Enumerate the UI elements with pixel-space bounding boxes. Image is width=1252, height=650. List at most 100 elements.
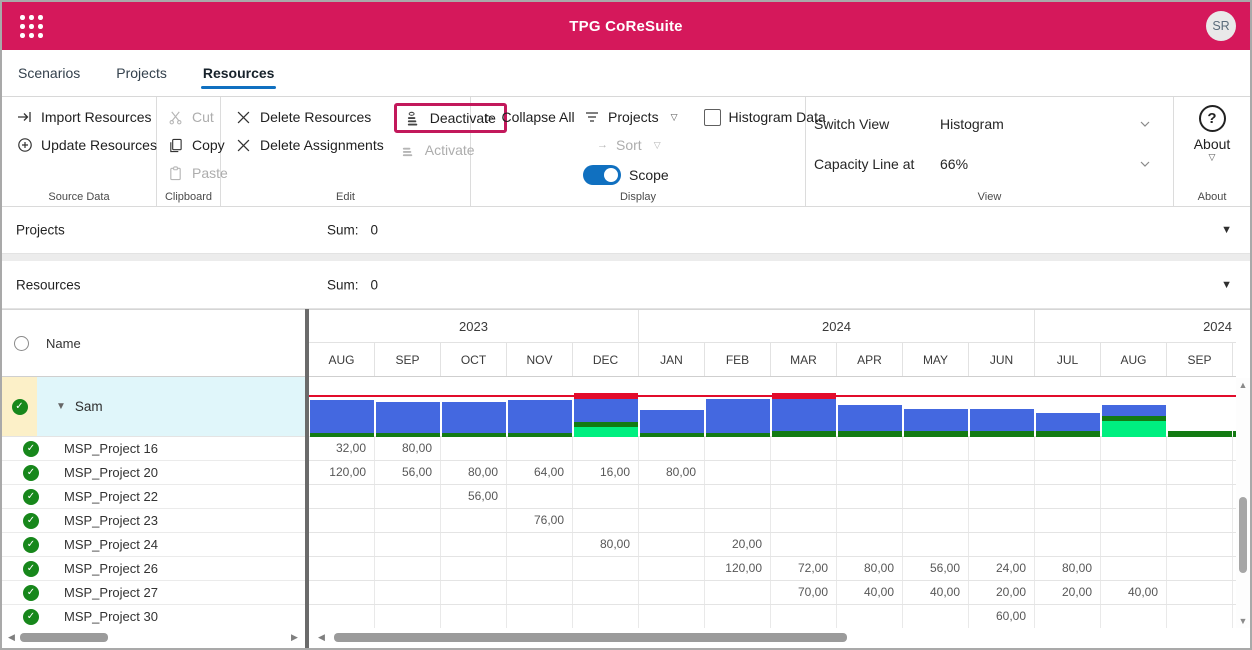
month-header-cell: SEP xyxy=(375,343,441,376)
project-value-row: 60,00 xyxy=(309,605,1236,629)
sort-arrow-icon: → xyxy=(597,139,608,151)
projects-filter-dropdown[interactable]: Projects ▽ xyxy=(577,103,684,131)
value-cell: 80,00 xyxy=(639,461,705,484)
active-check-icon: ✓ xyxy=(23,561,39,577)
value-cell: 32,00 xyxy=(309,437,375,460)
histogram-segment-dgreen xyxy=(706,433,770,437)
tab-scenarios[interactable]: Scenarios xyxy=(16,55,82,91)
vertical-scrollbar[interactable]: ▲ ▼ xyxy=(1236,378,1250,628)
scroll-left-icon[interactable]: ◀ xyxy=(8,632,15,643)
resource-group-name-cell[interactable]: ▼ Sam xyxy=(37,377,305,436)
tab-projects[interactable]: Projects xyxy=(114,55,169,91)
collapse-all-button[interactable]: ▷ Collapse All xyxy=(479,103,577,131)
expander-down-icon[interactable]: ▼ xyxy=(56,401,66,412)
value-cell xyxy=(705,461,771,484)
histogram-data-checkbox[interactable] xyxy=(704,109,721,126)
year-header-cell: 2023 xyxy=(309,310,639,342)
histogram-bar xyxy=(838,377,902,437)
value-cell xyxy=(639,485,705,508)
delete-assignments-button[interactable]: Delete Assignments xyxy=(229,131,390,159)
histogram-bar xyxy=(904,377,968,437)
value-cell xyxy=(1167,581,1233,604)
active-check-icon: ✓ xyxy=(23,537,39,553)
value-cell xyxy=(1035,605,1101,628)
histogram-segment-blue xyxy=(904,409,968,431)
vertical-scrollbar-thumb[interactable] xyxy=(1239,497,1247,573)
project-row[interactable]: ✓MSP_Project 20 xyxy=(2,461,305,485)
value-cell xyxy=(969,533,1035,556)
value-cell xyxy=(903,605,969,628)
value-cell xyxy=(639,533,705,556)
resource-group-row[interactable]: ✓ ▼ Sam xyxy=(2,377,305,437)
sum-value: 0 xyxy=(371,277,379,292)
scope-toggle[interactable] xyxy=(583,165,621,185)
capacity-line-select[interactable]: 66% xyxy=(940,156,1139,172)
project-row[interactable]: ✓MSP_Project 23 xyxy=(2,509,305,533)
delete-icon xyxy=(235,137,252,154)
about-button[interactable]: ? About ▽ xyxy=(1174,105,1250,163)
resource-group-name: Sam xyxy=(75,399,103,414)
panel-splitter[interactable] xyxy=(305,309,309,648)
project-name: MSP_Project 20 xyxy=(64,465,158,480)
value-cell: 40,00 xyxy=(837,581,903,604)
month-header-cell: JAN xyxy=(639,343,705,376)
value-cell: 56,00 xyxy=(375,461,441,484)
select-all-radio[interactable] xyxy=(14,336,29,351)
scroll-up-icon[interactable]: ▲ xyxy=(1236,380,1250,390)
projects-sum: Sum:0 xyxy=(327,223,378,238)
switch-view-select[interactable]: Histogram xyxy=(940,116,1139,132)
app-window: TPG CoReSuite SR Scenarios Projects Reso… xyxy=(0,0,1252,650)
histogram-segment-blue xyxy=(838,405,902,431)
app-launcher-icon[interactable] xyxy=(20,15,44,39)
copy-label: Copy xyxy=(192,137,225,153)
project-row[interactable]: ✓MSP_Project 16 xyxy=(2,437,305,461)
update-resources-button[interactable]: Update Resources xyxy=(10,131,156,159)
project-row[interactable]: ✓MSP_Project 24 xyxy=(2,533,305,557)
about-button-label: About xyxy=(1174,136,1250,152)
collapse-all-icon: ▷ xyxy=(485,111,493,124)
sort-label: Sort xyxy=(616,137,642,153)
project-value-row: 32,0080,00 xyxy=(309,437,1236,461)
value-cell: 40,00 xyxy=(1101,581,1167,604)
bottom-scroll-area: ◀ ▶ ◀ xyxy=(2,628,1250,648)
avatar[interactable]: SR xyxy=(1206,11,1236,41)
value-cell xyxy=(1101,437,1167,460)
histogram-segment-dgreen xyxy=(310,433,374,437)
value-cell xyxy=(309,509,375,532)
project-row[interactable]: ✓MSP_Project 30 xyxy=(2,605,305,629)
value-cell xyxy=(705,605,771,628)
value-cell xyxy=(309,605,375,628)
chevron-down-icon[interactable] xyxy=(1139,158,1151,170)
cut-icon xyxy=(167,109,184,126)
histogram-segment-dgreen xyxy=(838,431,902,437)
histogram-segment-blue xyxy=(1036,413,1100,431)
section-collapse-icon[interactable]: ▼ xyxy=(1221,279,1232,291)
scroll-down-icon[interactable]: ▼ xyxy=(1236,616,1250,626)
project-row[interactable]: ✓MSP_Project 26 xyxy=(2,557,305,581)
project-row[interactable]: ✓MSP_Project 27 xyxy=(2,581,305,605)
value-cell xyxy=(771,485,837,508)
scroll-left-icon[interactable]: ◀ xyxy=(318,632,325,643)
left-hscroll-thumb[interactable] xyxy=(20,633,108,642)
section-collapse-icon[interactable]: ▼ xyxy=(1221,224,1232,236)
tab-resources[interactable]: Resources xyxy=(201,55,277,91)
chevron-down-icon[interactable] xyxy=(1139,118,1151,130)
month-header-cell: JUN xyxy=(969,343,1035,376)
value-cell xyxy=(903,533,969,556)
histogram-bar xyxy=(1036,377,1100,437)
ribbon-group-clipboard: Cut Copy Paste Clipboard xyxy=(157,97,221,206)
project-row[interactable]: ✓MSP_Project 22 xyxy=(2,485,305,509)
import-resources-button[interactable]: Import Resources xyxy=(10,103,156,131)
scroll-right-icon[interactable]: ▶ xyxy=(291,632,298,643)
resources-section-header[interactable]: Resources Sum:0 ▼ xyxy=(2,261,1250,309)
histogram-segment-blue xyxy=(640,410,704,433)
group-label-display: Display xyxy=(471,191,805,203)
project-name-rows: ✓MSP_Project 16✓MSP_Project 20✓MSP_Proje… xyxy=(2,437,305,629)
projects-section-header[interactable]: Projects Sum:0 ▼ xyxy=(2,207,1250,254)
project-value-row: 120,0072,0080,0056,0024,0080,00 xyxy=(309,557,1236,581)
copy-button[interactable]: Copy xyxy=(161,131,220,159)
timeline-hscroll-thumb[interactable] xyxy=(334,633,847,642)
project-name: MSP_Project 22 xyxy=(64,489,158,504)
delete-resources-button[interactable]: Delete Resources xyxy=(229,103,390,131)
value-cell xyxy=(573,557,639,580)
